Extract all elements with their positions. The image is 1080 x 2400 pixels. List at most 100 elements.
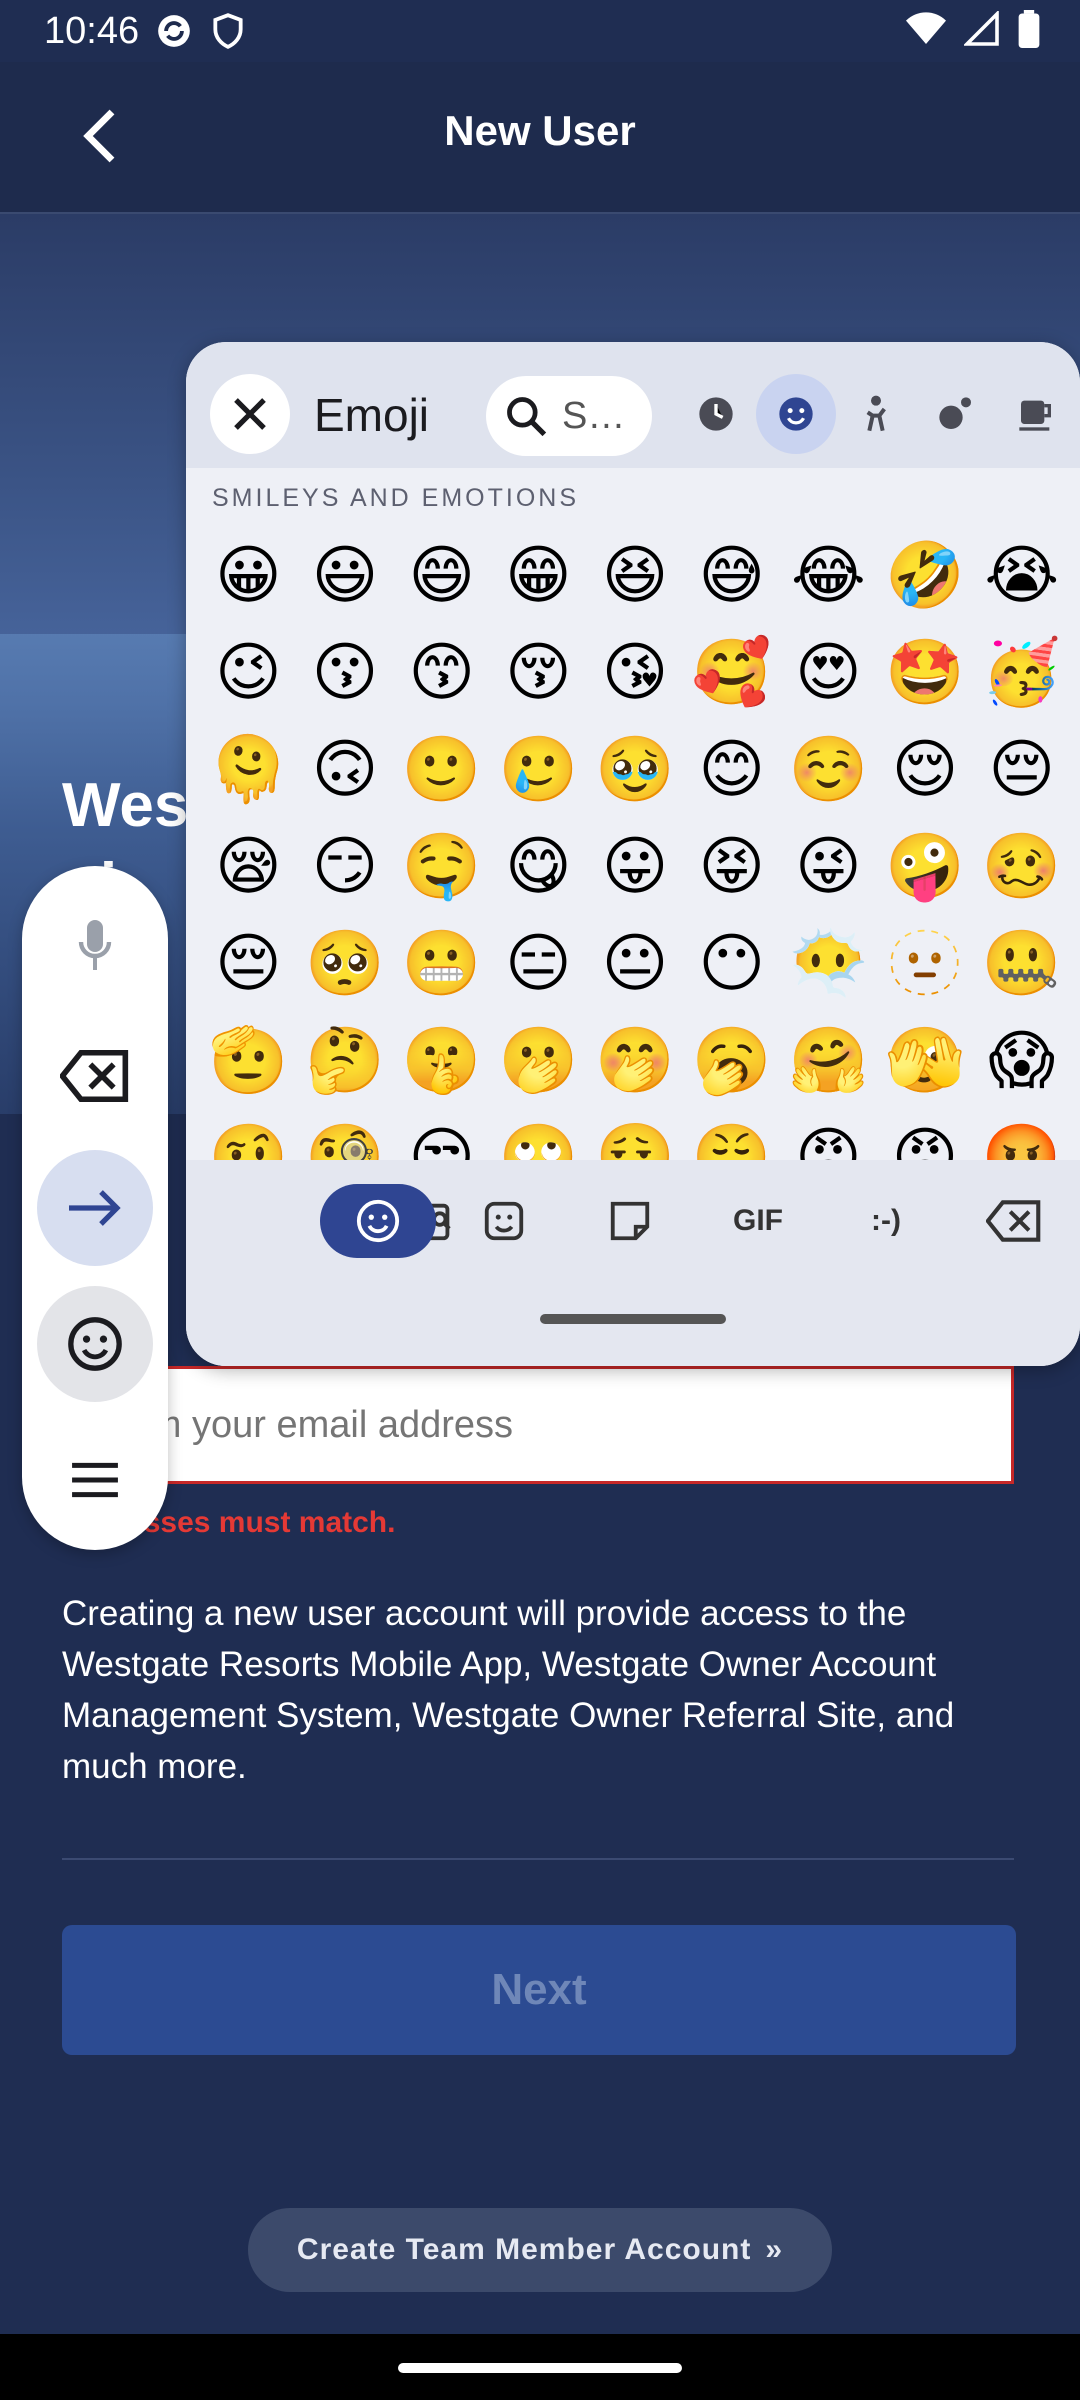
emoji-search-placeholder: S… (562, 394, 626, 437)
emoji-key[interactable]: 🫡 (200, 1013, 297, 1110)
emoji-key[interactable]: 😶 (683, 916, 780, 1013)
emoji-row: 😀 😃 😄 😁 😆 😅 😂 🤣 😭 (200, 528, 1070, 625)
emoji-category-button[interactable] (320, 1184, 436, 1258)
emoji-key[interactable]: 😄 (393, 528, 490, 625)
microphone-icon (78, 920, 112, 970)
emoji-key[interactable]: 🥰 (683, 625, 780, 722)
panel-drag-handle[interactable] (540, 1314, 726, 1324)
emoji-key[interactable]: 🫠 (200, 722, 297, 819)
emoji-key[interactable]: 🥳 (973, 625, 1070, 722)
menu-icon (72, 1462, 118, 1498)
backspace-icon (60, 1050, 129, 1102)
confirm-email-field[interactable] (62, 1366, 1014, 1484)
team-member-label: Create Team Member Account (296, 2233, 752, 2266)
emoji-key[interactable]: 🤗 (780, 1013, 877, 1110)
emoji-panel-footer: GIF :-) (186, 1160, 1080, 1366)
food-emoji-tab[interactable] (996, 374, 1076, 454)
emoji-key[interactable]: 🥹 (587, 722, 684, 819)
emoji-key[interactable]: 😂 (780, 528, 877, 625)
emoji-key[interactable]: 🙂 (393, 722, 490, 819)
emoji-search[interactable]: S… (486, 376, 652, 456)
home-gesture-handle[interactable] (398, 2363, 682, 2373)
backspace-button[interactable] (37, 1018, 153, 1134)
emoji-key[interactable]: 🤐 (973, 916, 1070, 1013)
emoji-key[interactable]: 🥺 (297, 916, 394, 1013)
emoji-key[interactable]: 😃 (297, 528, 394, 625)
emoji-key[interactable]: 😑 (490, 916, 587, 1013)
activities-emoji-tab[interactable] (916, 374, 996, 454)
close-emoji-button[interactable] (210, 374, 290, 454)
emoji-key[interactable]: 😬 (393, 916, 490, 1013)
confirm-email-input[interactable] (65, 1369, 1011, 1481)
menu-button[interactable] (37, 1422, 153, 1538)
create-team-member-button[interactable]: Create Team Member Account » (248, 2208, 832, 2292)
emoji-key[interactable]: 🤫 (393, 1013, 490, 1110)
emoji-key[interactable]: 😌 (877, 722, 974, 819)
emoji-key[interactable]: 😔 (973, 722, 1070, 819)
emoji-key[interactable]: 😛 (587, 819, 684, 916)
emoji-backspace-button[interactable] (956, 1184, 1072, 1258)
emoji-key[interactable]: 😀 (200, 528, 297, 625)
enter-button[interactable] (37, 1150, 153, 1266)
divider (62, 1858, 1014, 1860)
emoji-toggle-button[interactable] (37, 1286, 153, 1402)
emoji-key[interactable]: 😪 (200, 819, 297, 916)
emoji-stickers-button[interactable] (446, 1184, 562, 1258)
shield-icon (213, 13, 243, 49)
emoji-key[interactable]: 😍 (780, 625, 877, 722)
emoji-key[interactable]: 🤤 (393, 819, 490, 916)
emoji-row: 🫠 🙃 🙂 🥲 🥹 😊 ☺️ 😌 😔 (200, 722, 1070, 819)
sticker-icon (610, 1201, 650, 1241)
recent-emoji-tab[interactable] (676, 374, 756, 454)
emoji-key[interactable]: 😝 (683, 819, 780, 916)
emoji-key[interactable]: 😙 (393, 625, 490, 722)
emoji-panel-header: Emoji S… (186, 342, 1080, 468)
emoji-key[interactable]: 😅 (683, 528, 780, 625)
emoji-key[interactable]: 😱 (973, 1013, 1070, 1110)
smileys-emoji-tab[interactable] (756, 374, 836, 454)
emoji-key[interactable]: 😋 (490, 819, 587, 916)
emoji-key[interactable]: 🫣 (877, 1013, 974, 1110)
voice-input-button[interactable] (37, 888, 153, 1004)
emoticon-button[interactable]: :-) (828, 1184, 944, 1258)
emoji-key[interactable]: 😗 (297, 625, 394, 722)
emoji-key[interactable]: 😔 (200, 916, 297, 1013)
emoji-key[interactable]: 😐 (587, 916, 684, 1013)
smiley-filled-icon (779, 397, 813, 431)
people-emoji-tab[interactable] (836, 374, 916, 454)
emoji-key[interactable]: 🤩 (877, 625, 974, 722)
close-icon (234, 398, 266, 430)
emoji-key[interactable]: 🥲 (490, 722, 587, 819)
info-text: Creating a new user account will provide… (62, 1594, 955, 1786)
emoji-key[interactable]: 😘 (587, 625, 684, 722)
emoji-key[interactable]: 🤔 (297, 1013, 394, 1110)
emoji-key[interactable]: 😜 (780, 819, 877, 916)
emoji-key[interactable]: ☺️ (780, 722, 877, 819)
emoji-key[interactable]: 😆 (587, 528, 684, 625)
emoji-key[interactable]: 🥴 (973, 819, 1070, 916)
clock-icon (699, 397, 733, 431)
emoji-key[interactable]: 🥱 (683, 1013, 780, 1110)
sticker-button[interactable] (572, 1184, 688, 1258)
emoji-key[interactable]: 😊 (683, 722, 780, 819)
emoji-key[interactable]: 😚 (490, 625, 587, 722)
emoji-key[interactable]: 😁 (490, 528, 587, 625)
emoji-row: 😪 😏 🤤 😋 😛 😝 😜 🤪 🥴 (200, 819, 1070, 916)
emoji-key[interactable]: 😉 (200, 625, 297, 722)
emoji-row: 😔 🥺 😬 😑 😐 😶 😶‍🌫️ 🫥 🤐 (200, 916, 1070, 1013)
gif-button[interactable]: GIF (700, 1184, 816, 1258)
emoji-key[interactable]: 🤣 (877, 528, 974, 625)
hero-title: Wes (62, 771, 189, 840)
next-button[interactable]: Next (62, 1925, 1016, 2055)
emoji-key[interactable]: 😏 (297, 819, 394, 916)
emoji-key[interactable]: 🫥 (877, 916, 974, 1013)
page-title: New User (444, 107, 636, 154)
emoji-key[interactable]: 😶‍🌫️ (780, 916, 877, 1013)
emoji-key[interactable]: 🤭 (587, 1013, 684, 1110)
emoji-key[interactable]: 🫢 (490, 1013, 587, 1110)
emoji-key[interactable]: 🤪 (877, 819, 974, 916)
battery-icon (1018, 10, 1040, 48)
emoji-key[interactable]: 😭 (973, 528, 1070, 625)
person-icon (866, 395, 886, 432)
emoji-key[interactable]: 🙃 (297, 722, 394, 819)
